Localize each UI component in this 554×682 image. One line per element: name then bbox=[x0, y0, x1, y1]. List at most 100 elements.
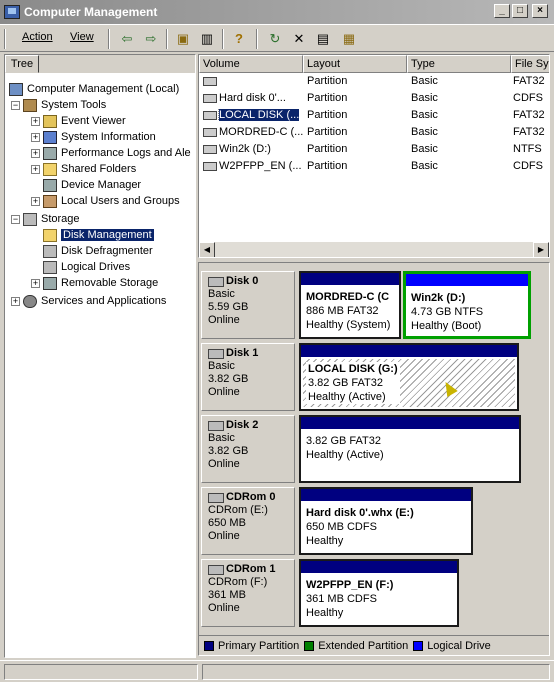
tree-item-services-applications[interactable]: + Services and Applications bbox=[11, 293, 166, 309]
menu-action[interactable]: Action bbox=[22, 31, 53, 43]
expand-icon[interactable]: + bbox=[31, 132, 40, 142]
disk-label[interactable]: Disk 2 Basic 3.82 GB Online bbox=[201, 415, 295, 483]
disk-label[interactable]: CDRom 1 CDRom (F:) 361 MB Online bbox=[201, 559, 295, 627]
legend-label: Primary Partition bbox=[218, 639, 300, 652]
disk-type: CDRom (F:) bbox=[208, 576, 268, 588]
table-row[interactable]: Win2k (D:) Partition Basic NTFS bbox=[199, 142, 549, 159]
tree-item-label: Computer Management (Local) bbox=[27, 83, 180, 95]
logical-drive-swatch bbox=[413, 640, 424, 651]
tree-item-local-users[interactable]: + Local Users and Groups bbox=[31, 193, 180, 209]
partition-status: Healthy (Active) bbox=[308, 391, 386, 403]
back-arrow-icon[interactable]: ⇦ bbox=[118, 30, 136, 48]
expand-icon[interactable]: + bbox=[31, 148, 40, 158]
collapse-icon[interactable]: − bbox=[11, 214, 20, 224]
menu-view[interactable]: View bbox=[70, 31, 94, 43]
expand-icon[interactable]: + bbox=[31, 164, 40, 174]
volume-file-system: CDFS bbox=[513, 160, 543, 172]
tree-item-device-manager[interactable]: Device Manager bbox=[43, 177, 141, 193]
tree-item-removable-storage[interactable]: + Removable Storage bbox=[31, 275, 158, 291]
table-row[interactable]: Hard disk 0'... Partition Basic CDFS bbox=[199, 91, 549, 108]
expand-icon[interactable]: + bbox=[11, 296, 20, 306]
computer-icon bbox=[9, 82, 23, 96]
tab-tree[interactable]: Tree bbox=[5, 55, 39, 73]
volume-name: Hard disk 0'... bbox=[219, 92, 286, 104]
disk-name: Disk 0 bbox=[226, 275, 259, 287]
partition-status: Healthy bbox=[306, 607, 344, 619]
column-header-volume[interactable]: Volume bbox=[199, 55, 303, 73]
system-information-icon bbox=[43, 130, 57, 144]
cd-drive-icon bbox=[203, 93, 217, 103]
partition-disk2[interactable]: 3.82 GB FAT32 Healthy (Active) bbox=[299, 415, 521, 483]
help-icon[interactable]: ? bbox=[230, 30, 248, 48]
disk-graphical-view: Disk 0 Basic 5.59 GB Online MORDRED-C (C… bbox=[198, 262, 550, 656]
cd-drive-icon bbox=[208, 492, 224, 503]
tree-item-computer-management[interactable]: Computer Management (Local) bbox=[9, 81, 179, 97]
removable-storage-icon bbox=[43, 276, 57, 290]
primary-partition-bar bbox=[301, 489, 471, 501]
tree-item-event-viewer[interactable]: + Event Viewer bbox=[31, 113, 126, 129]
volume-layout: Partition bbox=[307, 143, 348, 155]
show-hide-tree-icon[interactable]: ▥ bbox=[198, 30, 216, 48]
disk-type: Basic bbox=[208, 432, 235, 444]
partition-detail: 4.73 GB NTFS bbox=[411, 306, 484, 318]
partition-win2k[interactable]: Win2k (D:) 4.73 GB NTFS Healthy (Boot) bbox=[403, 271, 531, 339]
export-icon[interactable]: ▦ bbox=[340, 30, 358, 48]
horizontal-scrollbar[interactable]: ◀ ▶ bbox=[199, 241, 549, 257]
partition-mordred-c[interactable]: MORDRED-C (C 886 MB FAT32 Healthy (Syste… bbox=[299, 271, 401, 339]
tree-item-disk-management[interactable]: Disk Management bbox=[43, 227, 154, 243]
performance-logs-icon bbox=[43, 146, 57, 160]
volume-name: Win2k (D:) bbox=[219, 143, 271, 155]
volume-list: Volume Layout Type File Sys Partition Ba… bbox=[198, 54, 550, 258]
maximize-button[interactable]: □ bbox=[512, 4, 528, 18]
scroll-right-icon[interactable]: ▶ bbox=[533, 242, 549, 257]
computer-management-icon bbox=[4, 5, 20, 19]
table-row[interactable]: Partition Basic FAT32 bbox=[199, 74, 549, 91]
scroll-left-icon[interactable]: ◀ bbox=[199, 242, 215, 257]
tree-item-system-tools[interactable]: − System Tools bbox=[11, 97, 106, 113]
volume-layout: Partition bbox=[307, 126, 348, 138]
expand-icon[interactable]: + bbox=[31, 278, 40, 288]
expand-icon[interactable]: + bbox=[31, 116, 40, 126]
column-header-layout[interactable]: Layout bbox=[303, 55, 407, 73]
disk-label[interactable]: Disk 1 Basic 3.82 GB Online bbox=[201, 343, 295, 411]
disk-label[interactable]: CDRom 0 CDRom (E:) 650 MB Online bbox=[201, 487, 295, 555]
toolbar-separator bbox=[256, 29, 258, 49]
tree-item-storage[interactable]: − Storage bbox=[11, 211, 80, 227]
tree-item-label: System Tools bbox=[41, 99, 107, 111]
up-folder-icon[interactable]: ▣ bbox=[174, 30, 192, 48]
partition-cdrom0[interactable]: Hard disk 0'.whx (E:) 650 MB CDFS Health… bbox=[299, 487, 473, 555]
status-pane-left bbox=[4, 664, 198, 680]
drive-icon bbox=[203, 127, 217, 137]
disk-defragmenter-icon bbox=[43, 244, 57, 258]
status-pane-right bbox=[202, 664, 550, 680]
tree-item-performance-logs[interactable]: + Performance Logs and Ale bbox=[31, 145, 191, 161]
table-row-selected[interactable]: LOCAL DISK (... Partition Basic FAT32 bbox=[199, 108, 549, 125]
disk-status: Online bbox=[208, 530, 240, 542]
tree-item-label: Services and Applications bbox=[41, 295, 167, 307]
properties-icon[interactable]: ▤ bbox=[314, 30, 332, 48]
minimize-button[interactable]: _ bbox=[494, 4, 510, 18]
close-button[interactable]: × bbox=[532, 4, 548, 18]
volume-file-system: FAT32 bbox=[513, 126, 545, 138]
partition-local-disk[interactable]: LOCAL DISK (G:) 3.82 GB FAT32 Healthy (A… bbox=[299, 343, 519, 411]
collapse-icon[interactable]: − bbox=[11, 100, 20, 110]
table-row[interactable]: MORDRED-C (... Partition Basic FAT32 bbox=[199, 125, 549, 142]
tree-item-system-information[interactable]: + System Information bbox=[31, 129, 156, 145]
tree-item-disk-defragmenter[interactable]: Disk Defragmenter bbox=[43, 243, 153, 259]
expand-icon[interactable]: + bbox=[31, 196, 40, 206]
delete-icon[interactable]: ✕ bbox=[290, 30, 308, 48]
table-row[interactable]: W2PFPP_EN (... Partition Basic CDFS bbox=[199, 159, 549, 176]
partition-cdrom1[interactable]: W2PFPP_EN (F:) 361 MB CDFS Healthy bbox=[299, 559, 459, 627]
column-header-file-system[interactable]: File Sys bbox=[511, 55, 549, 73]
forward-arrow-icon[interactable]: ⇨ bbox=[142, 30, 160, 48]
status-bar bbox=[0, 660, 554, 682]
tree-item-logical-drives[interactable]: Logical Drives bbox=[43, 259, 130, 275]
column-header-type[interactable]: Type bbox=[407, 55, 511, 73]
tree-item-label: Local Users and Groups bbox=[61, 195, 180, 207]
disk-label[interactable]: Disk 0 Basic 5.59 GB Online bbox=[201, 271, 295, 339]
tree-item-label: Event Viewer bbox=[61, 115, 126, 127]
tree-item-shared-folders[interactable]: + Shared Folders bbox=[31, 161, 136, 177]
toolbar-separator bbox=[166, 29, 168, 49]
disk-row-1: Disk 1 Basic 3.82 GB Online LOCAL DISK (… bbox=[201, 343, 547, 413]
refresh-icon[interactable]: ↻ bbox=[266, 30, 284, 48]
